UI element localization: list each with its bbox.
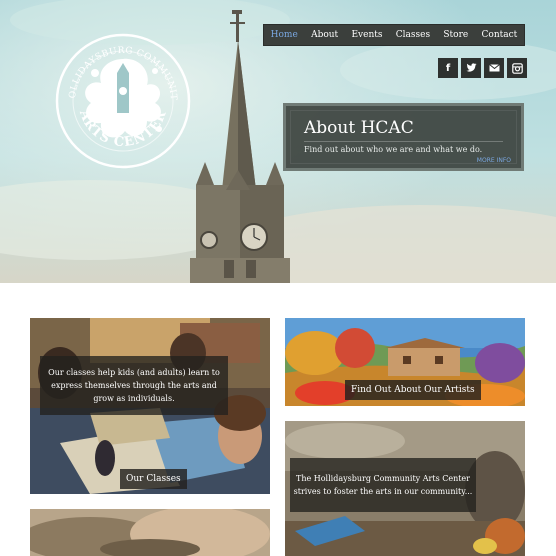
artists-card[interactable]: Find Out About Our Artists bbox=[285, 318, 525, 406]
community-card[interactable]: The Hollidaysburg Community Arts Center … bbox=[285, 421, 525, 556]
classes-label[interactable]: Our Classes bbox=[120, 469, 187, 489]
email-icon[interactable] bbox=[484, 58, 504, 78]
pottery-photo bbox=[30, 509, 270, 556]
main-nav: Home About Events Classes Store Contact bbox=[263, 24, 525, 46]
nav-events[interactable]: Events bbox=[351, 30, 382, 40]
nav-store[interactable]: Store bbox=[443, 30, 468, 40]
classes-card[interactable]: Our classes help kids (and adults) learn… bbox=[30, 318, 270, 494]
facebook-icon[interactable]: f bbox=[438, 58, 458, 78]
social-icons: f bbox=[438, 58, 527, 78]
about-panel: About HCAC Find out about who we are and… bbox=[283, 103, 524, 171]
more-info-link[interactable]: MORE INFO bbox=[477, 157, 511, 164]
about-divider bbox=[304, 141, 503, 142]
hero-banner: HOLLIDAYSBURG COMMUNITY ARTS CENTER Home… bbox=[0, 0, 556, 283]
nav-classes[interactable]: Classes bbox=[396, 30, 430, 40]
artists-label[interactable]: Find Out About Our Artists bbox=[345, 380, 481, 400]
about-subtitle: Find out about who we are and what we do… bbox=[304, 145, 483, 154]
instagram-icon[interactable] bbox=[507, 58, 527, 78]
about-title: About HCAC bbox=[304, 118, 414, 138]
hcac-logo[interactable]: HOLLIDAYSBURG COMMUNITY ARTS CENTER bbox=[55, 33, 191, 169]
community-caption: The Hollidaysburg Community Arts Center … bbox=[290, 458, 476, 512]
nav-about[interactable]: About bbox=[311, 30, 338, 40]
twitter-icon[interactable] bbox=[461, 58, 481, 78]
pottery-card[interactable] bbox=[30, 509, 270, 556]
classes-caption: Our classes help kids (and adults) learn… bbox=[40, 356, 228, 415]
nav-contact[interactable]: Contact bbox=[482, 30, 518, 40]
nav-home[interactable]: Home bbox=[271, 30, 298, 40]
